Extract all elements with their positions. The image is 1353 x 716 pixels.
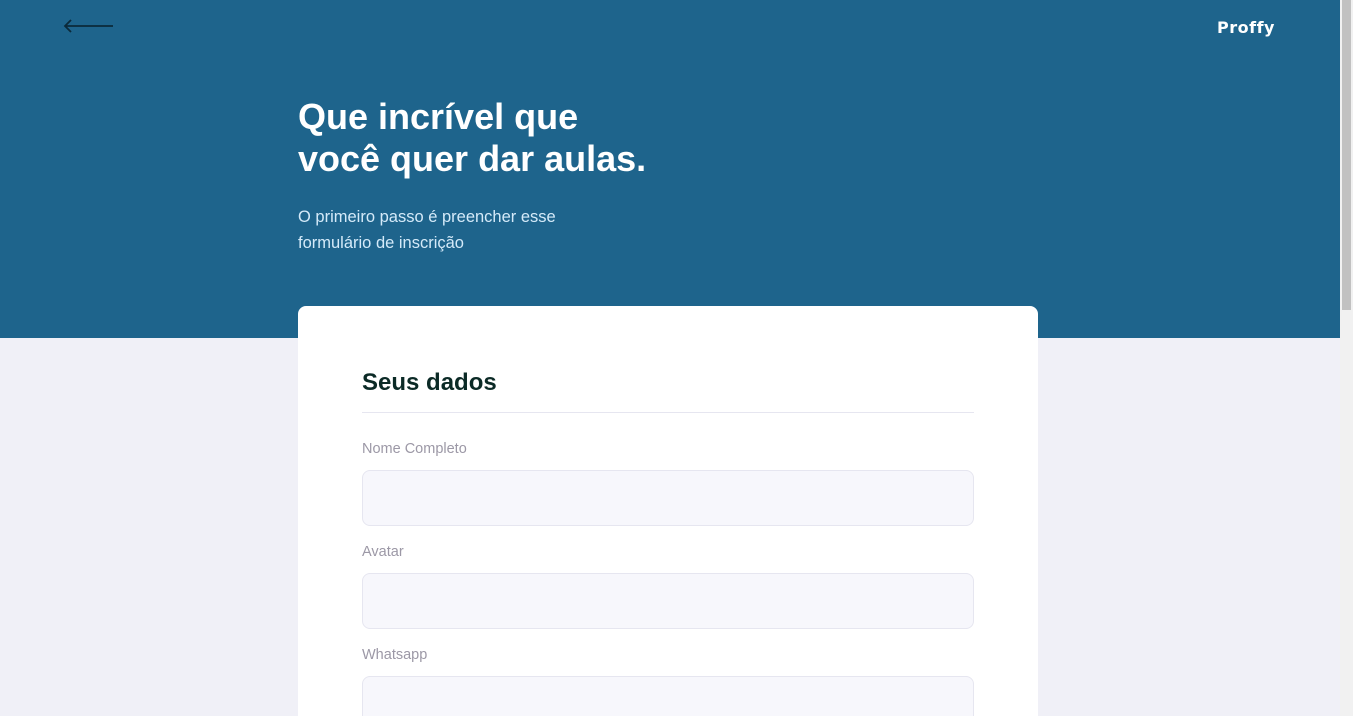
page-title: Que incrível que você quer dar aulas. (298, 96, 647, 179)
avatar-input[interactable] (362, 573, 974, 629)
avatar-label: Avatar (362, 544, 404, 560)
page-subtitle: O primeiro passo é preencher esse formul… (298, 208, 556, 252)
arrow-left-icon (63, 19, 113, 33)
scrollbar-thumb[interactable] (1342, 0, 1351, 310)
vertical-scrollbar[interactable] (1340, 0, 1353, 716)
proffy-logo: Proffy (1217, 18, 1275, 37)
page: Proffy Que incrível que você quer dar au… (0, 0, 1340, 716)
whatsapp-input[interactable] (362, 676, 974, 716)
registration-form: Seus dados Nome Completo Avatar Whatsapp (298, 306, 1038, 716)
whatsapp-label: Whatsapp (362, 647, 428, 663)
name-label: Nome Completo (362, 441, 467, 457)
section-title-seus-dados: Seus dados (362, 369, 974, 413)
page-header: Proffy Que incrível que você quer dar au… (0, 0, 1340, 338)
name-input[interactable] (362, 470, 974, 526)
back-link[interactable] (58, 14, 116, 38)
